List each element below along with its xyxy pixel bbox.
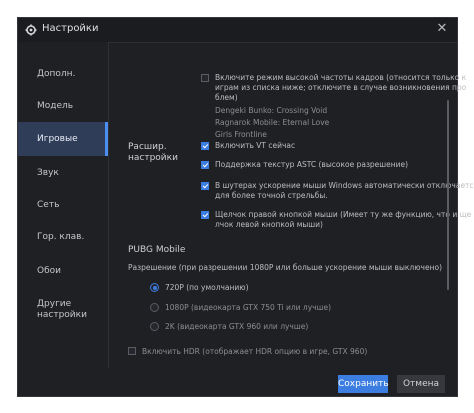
high-fps-text-1: Включите режим высокой частоты кадров (о… (215, 73, 467, 82)
footer: Сохранить Отмена (18, 368, 457, 398)
resolution-1080p-text: 1080P (видеокарта GTX 750 Ti или лучше) (165, 303, 331, 312)
sidebar-item-network[interactable]: Сеть (18, 188, 108, 222)
sidebar-item-model[interactable]: Модель (18, 89, 108, 123)
mouse-accel-text-1: В шутерах ускорение мыши Windows автомат… (215, 181, 474, 190)
high-fps-checkbox[interactable] (201, 74, 209, 82)
save-button[interactable]: Сохранить (338, 375, 389, 393)
settings-content: Включите режим высокой частоты кадров (о… (109, 42, 474, 368)
sidebar-item-label: Модель (37, 100, 74, 111)
sidebar-item-label: Обои (37, 265, 61, 276)
cancel-button[interactable]: Отмена (397, 375, 445, 393)
mouse-accel-text-2: для более точной стрельбы. (215, 191, 328, 200)
vt-text: Включить VT сейчас (215, 141, 296, 150)
scrollbar[interactable] (447, 100, 449, 290)
mouse-accel-checkbox[interactable] (201, 182, 209, 190)
astc-text: Поддержка текстур ASTC (высокое разрешен… (215, 160, 409, 169)
vt-checkbox[interactable] (201, 142, 209, 150)
resolution-720p-radio[interactable] (150, 283, 159, 292)
sidebar: Дополн. Модель Игровые Звук Сеть Гор. кл… (18, 42, 109, 368)
right-click-checkbox[interactable] (201, 211, 209, 219)
resolution-720p-text: 720P (по умолчанию) (165, 283, 249, 292)
sidebar-item-games[interactable]: Игровые (18, 122, 108, 156)
sidebar-item-hotkeys[interactable]: Гор. клав. (18, 220, 108, 254)
game-list-item: Ragnarok Mobile: Eternal Love (215, 118, 330, 127)
settings-window: Настройки ✕ Дополн. Модель Игровые Звук … (17, 17, 474, 398)
sidebar-item-label: Дополн. (37, 68, 76, 79)
right-click-text-1: Щелчок правой кнопкой мыши (Имеет ту же … (215, 210, 472, 219)
sidebar-item-label: Гор. клав. (37, 231, 85, 242)
sidebar-item-label: Игровые (37, 133, 78, 144)
sidebar-item-other[interactable]: Другие настройки (18, 292, 108, 328)
sidebar-item-sound[interactable]: Звук (18, 156, 108, 190)
sidebar-item-label: Звук (37, 167, 59, 178)
high-fps-text-2: играм из списка ниже; отключите в случае… (215, 83, 467, 92)
hdr-checkbox[interactable] (128, 347, 136, 355)
window-title: Настройки (42, 23, 99, 34)
title-bar: Настройки ✕ (18, 18, 457, 43)
sidebar-item-wallpaper[interactable]: Обои (18, 254, 108, 288)
sidebar-item-label: Другие настройки (37, 299, 87, 320)
advanced-settings-label: Расшир. настройки (128, 142, 178, 163)
resolution-label: Разрешение (при разрешении 1080P или бол… (128, 263, 443, 272)
close-icon[interactable]: ✕ (435, 22, 449, 36)
resolution-2k-radio[interactable] (150, 322, 159, 331)
right-click-text-2: лчок левой кнопкой мыши) (215, 220, 323, 229)
pubg-title: PUBG Mobile (128, 245, 186, 255)
resolution-1080p-radio[interactable] (150, 303, 159, 312)
sidebar-item-label: Сеть (37, 199, 60, 210)
gear-icon (25, 24, 37, 36)
sidebar-item-additional[interactable]: Дополн. (18, 57, 108, 91)
astc-checkbox[interactable] (201, 161, 209, 169)
high-fps-text-3: блем) (215, 93, 238, 102)
game-list-item: Girls Frontline (215, 130, 267, 139)
resolution-2k-text: 2K (видеокарта GTX 960 или лучше) (165, 322, 309, 331)
hdr-text: Включить HDR (отображает HDR опцию в игр… (142, 347, 368, 356)
game-list-item: Dengeki Bunko: Crossing Void (215, 106, 328, 115)
